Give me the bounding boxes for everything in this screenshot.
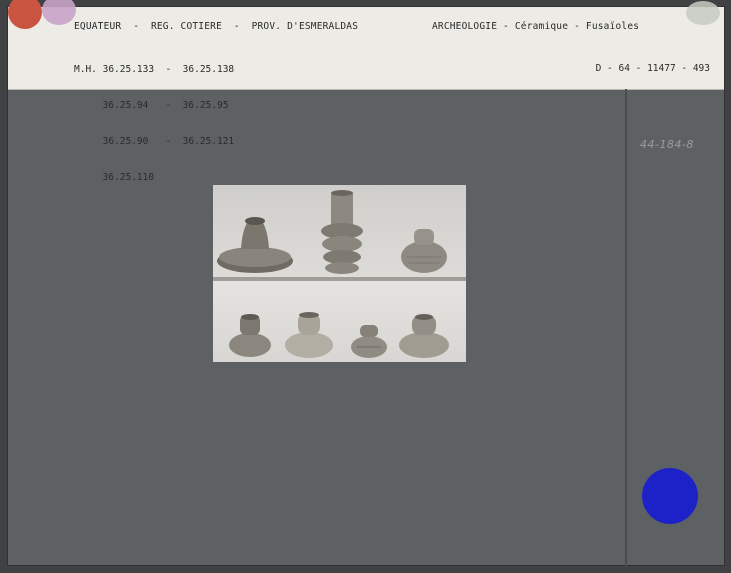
column-divider [625, 89, 627, 567]
artifact-photograph [213, 185, 466, 362]
location-heading: EQUATEUR - REG. COTIERE - PROV. D'ESMERA… [74, 21, 359, 32]
spindle-whorl-2 [285, 312, 333, 358]
inventory-line: M.H. 36.25.133 - 36.25.138 [74, 64, 235, 75]
pencil-annotation: 44-184-8 [640, 138, 694, 151]
spindle-whorl-flat [217, 217, 293, 273]
spindle-whorl-3 [351, 325, 387, 358]
spindle-whorl-stacked [321, 190, 363, 274]
pink-color-marker [42, 0, 76, 25]
archive-card: EQUATEUR - REG. COTIERE - PROV. D'ESMERA… [7, 0, 725, 567]
inventory-numbers: M.H. 36.25.133 - 36.25.138 36.25.94 - 36… [74, 40, 234, 208]
inventory-line: 36.25.94 - 36.25.95 [74, 100, 229, 111]
red-color-marker [8, 0, 42, 29]
inventory-line: 36.25.90 - 36.25.121 [74, 136, 235, 147]
inventory-line: 36.25.110 [74, 172, 155, 183]
category-heading: ARCHEOLOGIE - Céramique - Fusaïoles [432, 21, 640, 32]
blue-color-marker [642, 468, 698, 524]
spindle-whorl-1 [229, 314, 271, 357]
grey-stamp-mark [686, 1, 720, 25]
spindle-whorl-4 [399, 314, 449, 358]
spindle-whorl-round [401, 229, 447, 273]
document-number: D - 64 - 11477 - 493 [595, 63, 710, 74]
label-strip: EQUATEUR - REG. COTIERE - PROV. D'ESMERA… [8, 0, 724, 183]
